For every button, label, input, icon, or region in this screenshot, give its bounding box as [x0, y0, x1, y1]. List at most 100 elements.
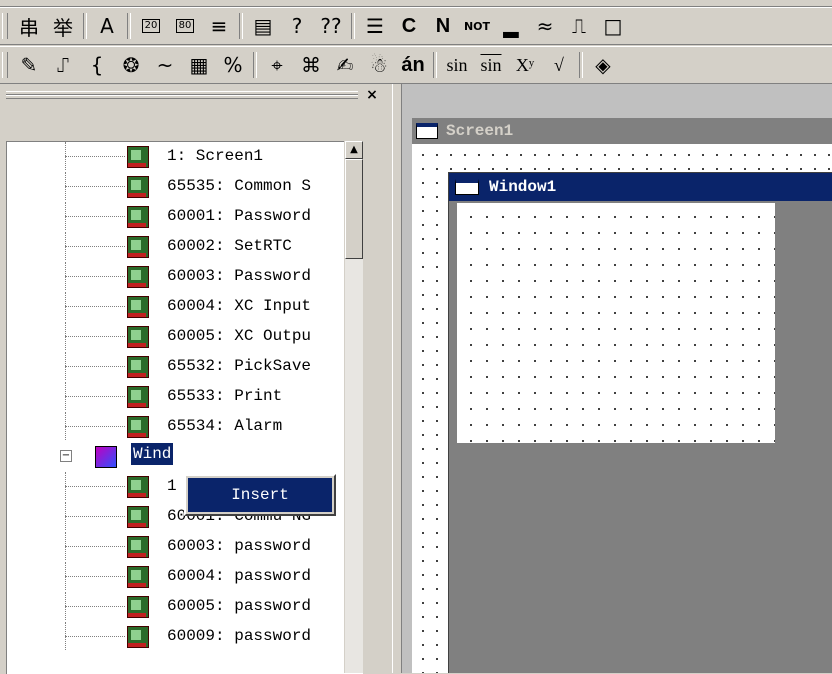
- numeric-input-button[interactable]: 80: [175, 19, 195, 33]
- shape-icon[interactable]: ❂: [114, 50, 148, 80]
- lamp-button[interactable]: ▤: [246, 11, 280, 41]
- tree-line: [65, 336, 125, 337]
- tree-item-label: 60003: Password: [167, 267, 312, 285]
- tree-item[interactable]: 60005: password: [7, 592, 363, 620]
- tree-item[interactable]: 60003: Password: [7, 262, 363, 290]
- switch-button[interactable]: ☰: [358, 11, 392, 41]
- scroll-thumb[interactable]: [345, 159, 363, 259]
- window-folder-icon: [95, 446, 117, 468]
- char-input-button[interactable]: ≡: [202, 11, 236, 41]
- sqrt-button[interactable]: √: [542, 50, 576, 80]
- wave-button[interactable]: ≈: [528, 11, 562, 41]
- toolbar-draw: ✎ ⑀ { ❂ ~ ▦ % ⌖ ⌘ ✍ ☃ án sin sin Xʸ √ ◈: [0, 46, 832, 84]
- tree-item-label: 1: Screen1: [167, 147, 264, 165]
- power-button[interactable]: Xʸ: [508, 50, 542, 80]
- frame-button[interactable]: □: [596, 11, 630, 41]
- tree-line: [65, 606, 125, 607]
- toolbar-separator: [253, 52, 257, 78]
- screen-icon: [127, 146, 149, 168]
- tree-item[interactable]: 60001: Password: [7, 202, 363, 230]
- bracket-icon[interactable]: {: [80, 50, 114, 80]
- screen-icon: [127, 176, 149, 198]
- table-icon[interactable]: ▦: [182, 50, 216, 80]
- tree-line: [65, 156, 125, 157]
- menu-item-insert[interactable]: Insert: [188, 478, 332, 512]
- not-button[interactable]: NOT: [460, 11, 494, 41]
- tree-item[interactable]: 65535: Common S: [7, 172, 363, 200]
- panel-grip[interactable]: [6, 95, 358, 99]
- window-canvas[interactable]: [457, 203, 775, 443]
- panel-splitter[interactable]: [392, 84, 402, 673]
- help-button[interactable]: ?: [280, 11, 314, 41]
- tree-item-label: 65532: PickSave: [167, 357, 312, 375]
- tree-line: [65, 546, 125, 547]
- window-frame[interactable]: Window1: [448, 172, 832, 673]
- tree-item-label: 60004: password: [167, 567, 312, 585]
- toolbar-separator: [351, 13, 355, 39]
- toolbar-grip[interactable]: [2, 13, 8, 39]
- tree-line: [65, 576, 125, 577]
- toolbar-separator: [83, 13, 87, 39]
- tree-item[interactable]: 60002: SetRTC: [7, 232, 363, 260]
- text-tool-button[interactable]: A: [90, 11, 124, 41]
- tree-line: [65, 516, 125, 517]
- tree-item-window-group[interactable]: − Wind: [7, 442, 363, 470]
- tree-item-label: 65535: Common S: [167, 177, 312, 195]
- tool-button-1[interactable]: 串: [12, 11, 46, 41]
- polyline-icon[interactable]: ⑀: [46, 50, 80, 80]
- image-icon[interactable]: ⌖: [260, 50, 294, 80]
- window-title-bar[interactable]: Window1: [449, 173, 832, 201]
- tree-item[interactable]: 60003: password: [7, 532, 363, 560]
- coil-n-button[interactable]: N: [426, 11, 460, 41]
- text-an-button[interactable]: án: [396, 50, 430, 80]
- bar-button[interactable]: ▂: [494, 11, 528, 41]
- close-icon[interactable]: ×: [364, 87, 380, 103]
- edit-image-icon[interactable]: ✍: [328, 50, 362, 80]
- tree-item[interactable]: 60004: password: [7, 562, 363, 590]
- scroll-up-icon[interactable]: ▲: [345, 141, 363, 159]
- tree-item[interactable]: 65532: PickSave: [7, 352, 363, 380]
- sin-button[interactable]: sin: [440, 50, 474, 80]
- screen-icon: [127, 506, 149, 528]
- screen-icon: [127, 266, 149, 288]
- percent-icon[interactable]: %: [216, 50, 250, 80]
- design-area: Screen1 Window1: [402, 84, 832, 673]
- curve-icon[interactable]: ~: [148, 50, 182, 80]
- whats-this-button[interactable]: ??: [314, 11, 348, 41]
- screen-icon: [127, 326, 149, 348]
- tree-line: [65, 306, 125, 307]
- screen-title: Screen1: [446, 122, 514, 140]
- tree-item[interactable]: 65534: Alarm: [7, 412, 363, 440]
- run-icon[interactable]: ◈: [586, 50, 620, 80]
- numeric-display-button[interactable]: 20: [141, 19, 161, 33]
- tree-line: [65, 366, 125, 367]
- tree-scrollbar[interactable]: ▲: [344, 141, 363, 673]
- tree-line: [65, 486, 125, 487]
- project-tree[interactable]: 1: Screen1 65535: Common S 60001: Passwo…: [6, 141, 363, 674]
- screen-icon: [127, 356, 149, 378]
- tree-item[interactable]: 60009: password: [7, 622, 363, 650]
- window-icon: [416, 123, 438, 139]
- tree-item[interactable]: 60005: XC Outpu: [7, 322, 363, 350]
- tree-item-label[interactable]: Wind: [131, 443, 174, 465]
- screen-icon: [127, 596, 149, 618]
- image-alt-icon[interactable]: ⌘: [294, 50, 328, 80]
- coil-c-button[interactable]: C: [392, 11, 426, 41]
- collapse-icon[interactable]: −: [60, 450, 72, 462]
- top-strip: [0, 0, 832, 7]
- tree-line: [65, 186, 125, 187]
- tree-line: [65, 426, 125, 427]
- sin-overline-button[interactable]: sin: [474, 50, 508, 80]
- pencil-icon[interactable]: ✎: [12, 50, 46, 80]
- pulse-button[interactable]: ⎍: [562, 11, 596, 41]
- tool-button-2[interactable]: 举: [46, 11, 80, 41]
- tree-item[interactable]: 65533: Print: [7, 382, 363, 410]
- pattern-icon[interactable]: ☃: [362, 50, 396, 80]
- tree-item[interactable]: 60004: XC Input: [7, 292, 363, 320]
- toolbar-grip[interactable]: [2, 52, 8, 78]
- tree-item[interactable]: 1: Screen1: [7, 142, 363, 170]
- window-title: Window1: [489, 178, 557, 196]
- screen-title-bar[interactable]: Screen1: [412, 118, 832, 144]
- tree-line: [65, 216, 125, 217]
- context-menu: Insert: [184, 474, 336, 516]
